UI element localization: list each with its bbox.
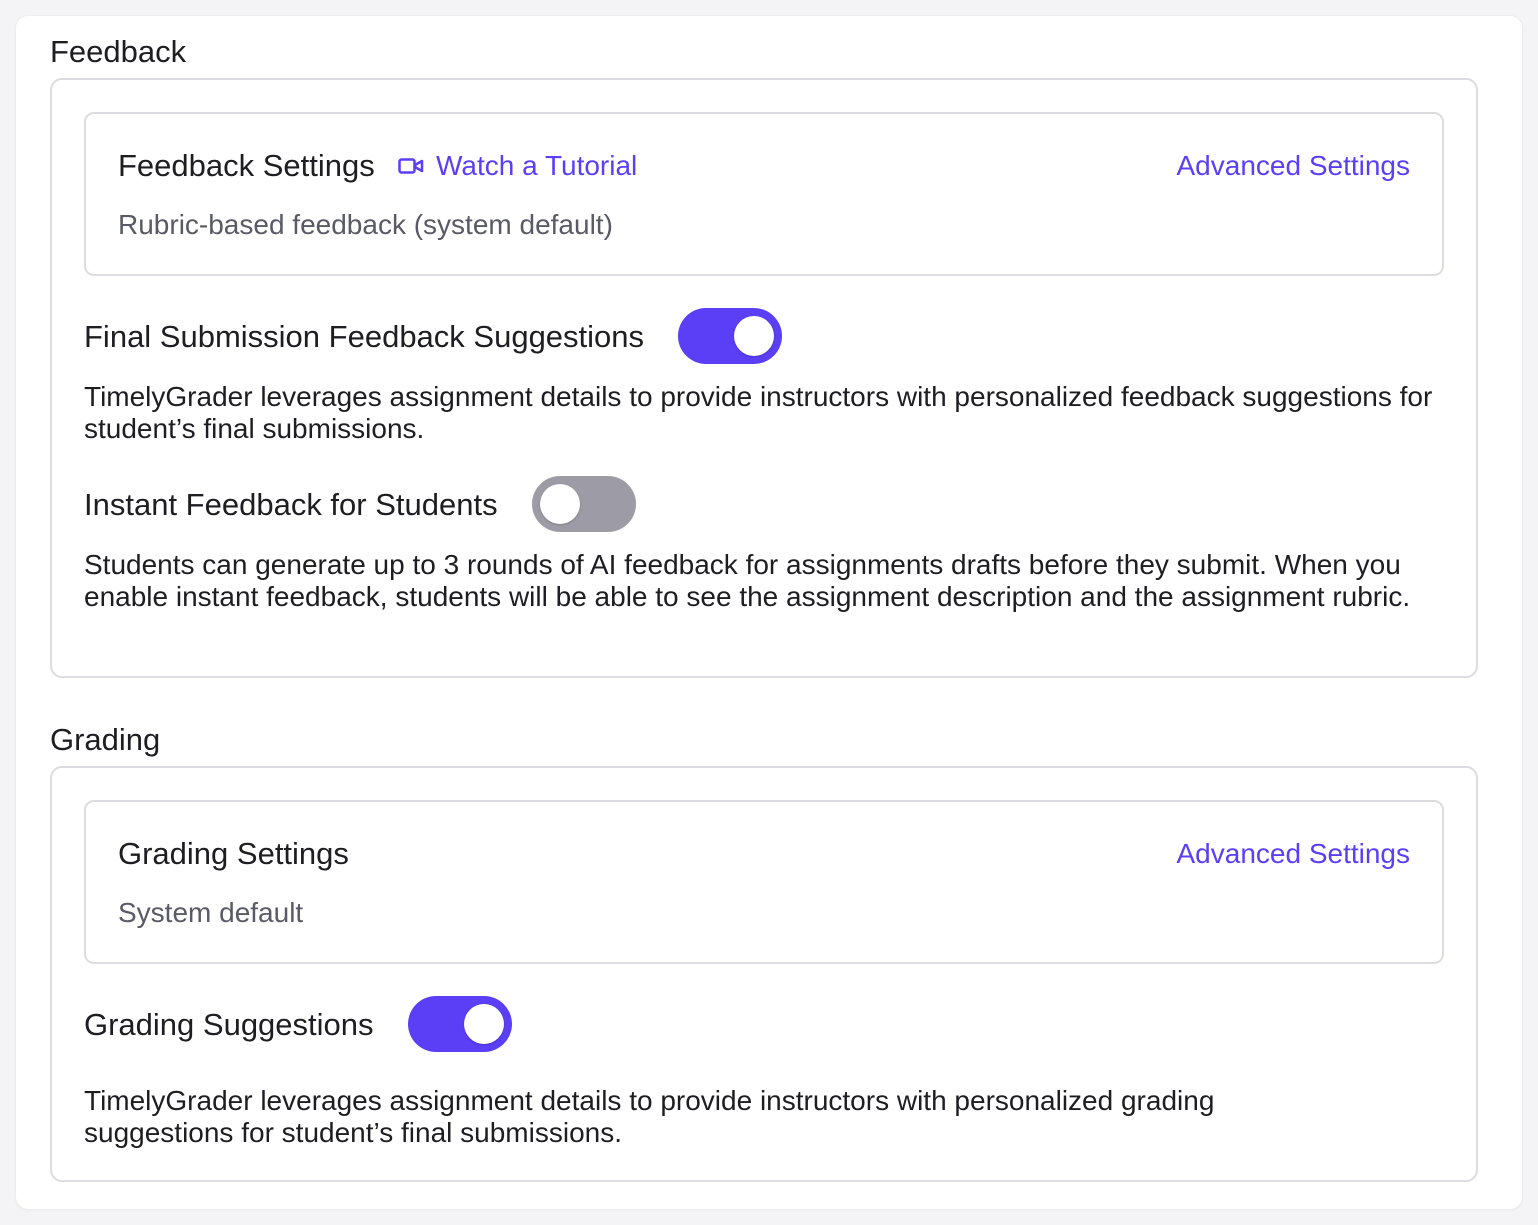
grading-suggestions-row: Grading Suggestions <box>84 996 512 1052</box>
grading-section-title: Grading <box>50 722 161 757</box>
feedback-settings-title: Feedback Settings <box>118 148 375 183</box>
feedback-settings-card: Feedback Settings Watch a Tutorial Advan… <box>84 112 1444 276</box>
grading-suggestions-label: Grading Suggestions <box>84 1006 374 1042</box>
feedback-section-title: Feedback <box>50 34 187 69</box>
grading-settings-card: Grading Settings Advanced Settings Syste… <box>84 800 1444 964</box>
final-submission-row: Final Submission Feedback Suggestions <box>84 308 783 364</box>
feedback-advanced-settings-link[interactable]: Advanced Settings <box>1177 152 1411 180</box>
toggle-knob <box>734 316 775 356</box>
grading-suggestions-toggle[interactable] <box>407 996 512 1052</box>
video-camera-icon <box>398 157 424 175</box>
instant-feedback-row: Instant Feedback for Students <box>84 476 636 532</box>
instant-feedback-toggle[interactable] <box>531 476 636 532</box>
watch-tutorial-link[interactable]: Watch a Tutorial <box>398 152 637 180</box>
settings-panel: Feedback Feedback Settings Watch a Tutor… <box>16 16 1522 1209</box>
final-submission-toggle[interactable] <box>678 308 783 364</box>
final-submission-label: Final Submission Feedback Suggestions <box>84 318 645 354</box>
grading-settings-title: Grading Settings <box>118 836 349 871</box>
feedback-card: Feedback Settings Watch a Tutorial Advan… <box>50 78 1478 678</box>
toggle-knob <box>539 484 580 524</box>
final-submission-description: TimelyGrader leverages assignment detail… <box>84 381 1433 444</box>
grading-card: Grading Settings Advanced Settings Syste… <box>50 766 1478 1182</box>
feedback-settings-subtitle: Rubric-based feedback (system default) <box>118 209 613 240</box>
grading-advanced-settings-link[interactable]: Advanced Settings <box>1177 840 1411 868</box>
instant-feedback-label: Instant Feedback for Students <box>84 486 498 522</box>
grading-settings-subtitle: System default <box>118 897 304 928</box>
watch-tutorial-label[interactable]: Watch a Tutorial <box>436 152 637 180</box>
grading-suggestions-description: TimelyGrader leverages assignment detail… <box>84 1085 1215 1148</box>
toggle-knob <box>463 1004 504 1044</box>
instant-feedback-description: Students can generate up to 3 rounds of … <box>84 549 1411 612</box>
